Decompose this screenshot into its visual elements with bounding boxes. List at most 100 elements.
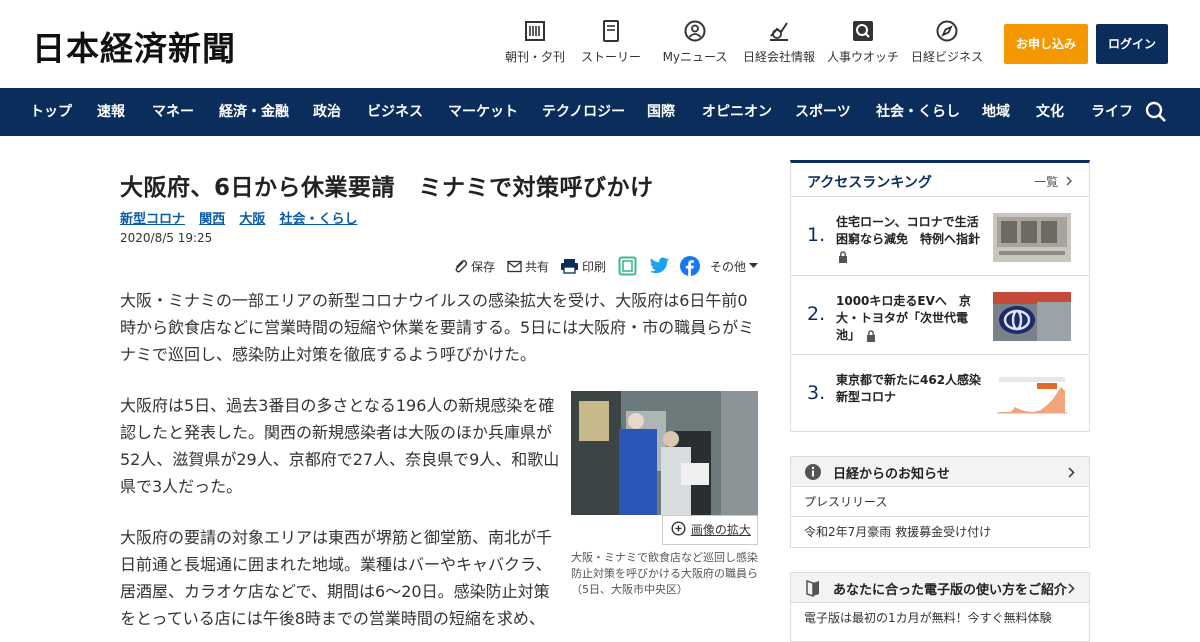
ranking-number: 3. — [807, 382, 826, 404]
apply-button[interactable]: お申し込み — [1004, 24, 1088, 64]
nav-item-culture[interactable]: 文化 — [1036, 88, 1064, 136]
search-icon — [1145, 101, 1166, 122]
save-label: 保存 — [471, 259, 496, 274]
chevron-right-icon — [1066, 176, 1072, 186]
tool-my-news[interactable]: Myニュース — [650, 20, 740, 65]
more-label: その他 — [710, 259, 747, 274]
infection-chart-thumbnail — [993, 371, 1071, 420]
main-nav: トップ 速報 マネー 経済・金融 政治 ビジネス マーケット テクノロジー 国際… — [0, 88, 1200, 136]
fsa-sign-photo — [993, 213, 1071, 262]
nav-item-region[interactable]: 地域 — [982, 88, 1010, 136]
guide-header[interactable]: あなたに合った電子版の使い方をご紹介 — [791, 573, 1089, 603]
tool-label: 日経ビジネス — [910, 50, 983, 64]
tag-link[interactable]: 大阪 — [239, 212, 265, 227]
ranking-thumbnail — [993, 213, 1071, 262]
nav-item-politics[interactable]: 政治 — [313, 88, 341, 136]
tool-label: Myニュース — [662, 50, 728, 64]
twitter-share-button[interactable] — [649, 255, 673, 277]
ranking-header: アクセスランキング 一覧 — [791, 163, 1089, 197]
tool-company-info[interactable]: 日経会社情報 — [734, 20, 824, 65]
chart-icon — [770, 22, 788, 41]
article-paragraph: 大阪府は5日、過去3番目の多さとなる196人の新規感染を確認したと発表した。関西… — [120, 396, 560, 496]
enlarge-label: 画像の拡大 — [690, 523, 751, 537]
access-ranking: アクセスランキング 一覧 1. 住宅ローン、コロナで生活困窮なら減免 特例へ指針 — [790, 160, 1090, 432]
nav-item-life[interactable]: ライフ — [1091, 88, 1133, 136]
nav-item-business[interactable]: ビジネス — [367, 88, 423, 136]
newspaper-icon — [525, 21, 545, 41]
info-icon — [805, 464, 821, 480]
book-icon — [806, 579, 819, 597]
ranking-title: アクセスランキング — [807, 175, 932, 191]
ranking-item[interactable]: 1. 住宅ローン、コロナで生活困窮なら減免 特例へ指針 — [791, 198, 1089, 276]
facebook-icon — [680, 256, 700, 276]
ranking-item[interactable]: 2. 1000キロ走るEVへ 京大・トヨタが「次世代電池」 — [791, 277, 1089, 355]
print-label: 印刷 — [582, 259, 607, 274]
ranking-headline: 東京都で新たに462人感染 新型コロナ — [836, 372, 993, 406]
nav-item-society[interactable]: 社会・くらし — [876, 88, 960, 136]
lock-icon — [839, 250, 847, 263]
ranking-number: 1. — [807, 224, 826, 246]
mail-icon — [507, 260, 522, 272]
magnifier-icon — [853, 21, 873, 41]
tag-link[interactable]: 社会・くらし — [279, 212, 357, 227]
caret-down-icon — [749, 263, 759, 268]
nav-item-economy[interactable]: 経済・金融 — [219, 88, 289, 136]
photo-caption: 大阪・ミナミで飲食店など巡回し感染防止対策を呼びかける大阪府の職員ら（5日、大阪… — [571, 551, 758, 596]
nav-item-market[interactable]: マーケット — [448, 88, 518, 136]
tool-nikkei-business[interactable]: 日経ビジネス — [902, 20, 992, 65]
ranking-thumbnail — [993, 371, 1071, 420]
ranking-headline: 住宅ローン、コロナで生活困窮なら減免 特例へ指針 — [836, 214, 986, 265]
note-share-button[interactable] — [618, 255, 640, 277]
ranking-item[interactable]: 3. 東京都で新たに462人感染 新型コロナ — [791, 356, 1089, 434]
nav-item-technology[interactable]: テクノロジー — [542, 88, 625, 136]
ranking-headline-text: 住宅ローン、コロナで生活困窮なら減免 特例へ指針 — [836, 215, 981, 246]
enlarge-image-button[interactable]: 画像の拡大 — [662, 515, 758, 545]
zoom-in-icon — [671, 521, 686, 536]
tag-link[interactable]: 新型コロナ — [120, 212, 185, 227]
nav-item-international[interactable]: 国際 — [647, 88, 675, 136]
ranking-headline: 1000キロ走るEVへ 京大・トヨタが「次世代電池」 — [836, 293, 986, 344]
print-button[interactable]: 印刷 — [560, 255, 606, 277]
notices-title: 日経からのお知らせ — [833, 467, 950, 482]
story-icon — [603, 20, 619, 42]
tool-label: 人事ウオッチ — [826, 50, 899, 64]
tool-label: 日経会社情報 — [742, 50, 815, 64]
notice-donation[interactable]: 令和2年7月豪雨 救援募金受け付け — [791, 517, 1089, 547]
note-icon — [618, 256, 637, 276]
facebook-share-button[interactable] — [680, 255, 703, 277]
toyota-emblem-photo — [993, 292, 1071, 341]
nav-item-sports[interactable]: スポーツ — [795, 88, 851, 136]
guide-title: あなたに合った電子版の使い方をご紹介 — [833, 583, 1068, 598]
more-share-button[interactable]: その他 — [710, 255, 761, 277]
nav-item-money[interactable]: マネー — [152, 88, 194, 136]
ranking-more-label: 一覧 — [1034, 175, 1059, 189]
share-label: 共有 — [525, 259, 550, 274]
notices-header[interactable]: 日経からのお知らせ — [791, 457, 1089, 487]
lock-icon — [867, 329, 876, 342]
chevron-right-icon — [1068, 467, 1075, 478]
site-header: 日本経済新聞 朝刊・夕刊 ストーリー Myニュース 日経会社情報 人事ウオッチ … — [0, 0, 1200, 88]
nav-search-button[interactable] — [1144, 100, 1168, 128]
ranking-more-link[interactable]: 一覧 — [1034, 173, 1073, 190]
article-photo[interactable] — [571, 391, 758, 515]
site-logo[interactable]: 日本経済新聞 — [32, 22, 236, 70]
nav-item-top[interactable]: トップ — [30, 88, 72, 136]
login-button[interactable]: ログイン — [1096, 24, 1168, 64]
article-date: 2020/8/5 19:25 — [120, 231, 213, 245]
article-paragraph: 大阪府の要請の対象エリアは東西が堺筋と御堂筋、南北が千日前通と長堀通に囲まれた地… — [120, 528, 553, 628]
street-patrol-photo — [571, 391, 758, 515]
free-trial-link[interactable]: 電子版は最初の1カ月が無料！今すぐ無料体験 — [804, 609, 1052, 626]
person-icon — [684, 20, 706, 42]
tool-story[interactable]: ストーリー — [566, 20, 656, 65]
tag-link[interactable]: 関西 — [199, 212, 225, 227]
chevron-right-icon — [1068, 583, 1075, 594]
nav-item-breaking[interactable]: 速報 — [97, 88, 125, 136]
share-button[interactable]: 共有 — [507, 255, 549, 277]
tool-label: 朝刊・夕刊 — [504, 50, 565, 64]
tool-label: ストーリー — [580, 50, 641, 64]
clip-icon — [455, 259, 468, 272]
tool-personnel-watch[interactable]: 人事ウオッチ — [818, 20, 908, 65]
notice-press-release[interactable]: プレスリリース — [791, 487, 1089, 517]
nav-item-opinion[interactable]: オピニオン — [702, 88, 772, 136]
save-button[interactable]: 保存 — [453, 255, 495, 277]
